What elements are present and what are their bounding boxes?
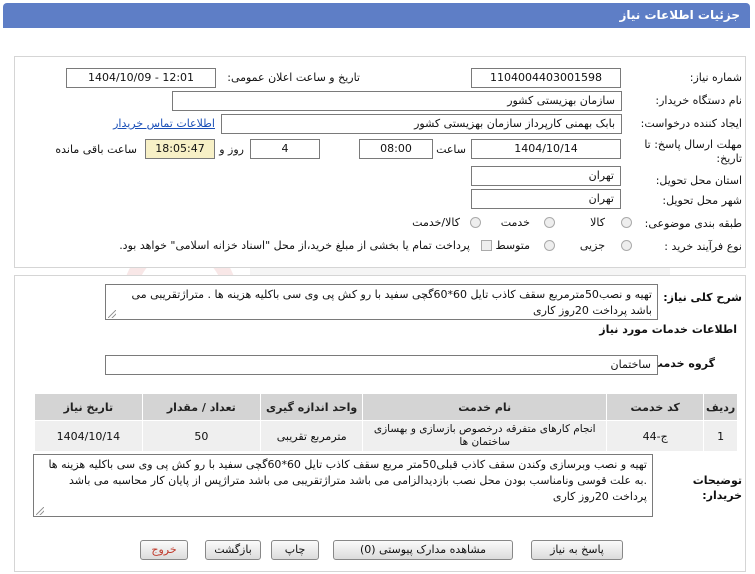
- col-service-code: کد خدمت: [606, 393, 705, 421]
- deadline-date-field[interactable]: 1404/10/14: [471, 139, 621, 159]
- col-row-number: ردیف: [703, 393, 738, 421]
- days-field[interactable]: 4: [250, 139, 320, 159]
- col-unit: واحد اندازه گیری: [259, 393, 364, 421]
- page-title: جزئیات اطلاعات نیاز: [619, 8, 740, 22]
- creator-field[interactable]: بابک بهمنی کارپرداز سازمان بهزیستی کشور: [221, 114, 622, 134]
- view-attachments-button[interactable]: مشاهده مدارک پیوستی (0): [333, 540, 513, 560]
- back-button[interactable]: بازگشت: [205, 540, 261, 560]
- process-minor-label: جزیی: [579, 239, 605, 252]
- page-header: جزئیات اطلاعات نیاز: [3, 3, 750, 28]
- summary-label: شرح کلی نیاز:: [663, 291, 742, 304]
- remaining-label: ساعت باقی مانده: [55, 143, 137, 156]
- cell-service-code: ج-44: [606, 420, 705, 452]
- province-field[interactable]: تهران: [471, 166, 621, 186]
- services-section-title: اطلاعات خدمات مورد نیاز: [599, 323, 737, 336]
- service-group-field[interactable]: ساختمان: [105, 355, 658, 375]
- category-service-radio[interactable]: [544, 217, 555, 228]
- process-type-label: نوع فرآیند خرید :: [664, 240, 742, 253]
- need-number-label: شماره نیاز:: [689, 71, 742, 84]
- cell-row-number: 1: [703, 420, 738, 452]
- announce-date-field[interactable]: 1404/10/09 - 12:01: [66, 68, 216, 88]
- buyer-notes-text: تهیه و نصب وبرسازی وکندن سقف کاذب قبلی50…: [48, 458, 647, 503]
- category-goods-radio[interactable]: [621, 217, 632, 228]
- process-medium-label: متوسط: [495, 239, 530, 252]
- buyer-notes-textarea[interactable]: تهیه و نصب وبرسازی وکندن سقف کاذب قبلی50…: [33, 454, 653, 517]
- buyer-contact-link[interactable]: اطلاعات تماس خریدار: [113, 117, 215, 130]
- summary-text: تهیه و نصب50مترمربع سقف کاذب تایل 60*60گ…: [131, 288, 652, 317]
- respond-button[interactable]: پاسخ به نیاز: [531, 540, 623, 560]
- treasury-payment-checkbox[interactable]: [481, 240, 492, 251]
- table-header-row: ردیف کد خدمت نام خدمت واحد اندازه گیری ت…: [34, 393, 738, 421]
- category-goods-service-radio[interactable]: [470, 217, 481, 228]
- deadline-time-field[interactable]: 08:00: [359, 139, 433, 159]
- buyer-org-label: نام دستگاه خریدار:: [655, 94, 742, 107]
- announce-label: تاریخ و ساعت اعلان عمومی:: [227, 71, 360, 84]
- days-label: روز و: [219, 143, 244, 156]
- deadline-time-label: ساعت: [436, 143, 466, 156]
- city-label: شهر محل تحویل:: [662, 194, 742, 207]
- resize-grip-icon[interactable]: [108, 310, 116, 318]
- process-medium-radio[interactable]: [544, 240, 555, 251]
- category-service-label: خدمت: [500, 216, 530, 229]
- print-button[interactable]: چاپ: [271, 540, 319, 560]
- category-label: طبقه بندی موضوعی:: [644, 217, 742, 230]
- city-field[interactable]: تهران: [471, 189, 621, 209]
- buyer-notes-label: توضیحات خریدار:: [692, 474, 742, 502]
- services-table: ردیف کد خدمت نام خدمت واحد اندازه گیری ت…: [34, 393, 738, 452]
- category-goods-label: کالا: [590, 216, 605, 229]
- col-quantity: تعداد / مقدار: [141, 393, 261, 421]
- province-label: استان محل تحویل:: [655, 174, 742, 187]
- process-minor-radio[interactable]: [621, 240, 632, 251]
- category-goods-service-label: کالا/خدمت: [412, 216, 460, 229]
- resize-grip-icon[interactable]: [36, 507, 44, 515]
- cell-quantity: 50: [141, 420, 261, 452]
- creator-label: ایجاد کننده درخواست:: [640, 117, 742, 130]
- cell-unit: مترمربع تقریبی: [259, 420, 364, 452]
- need-number-field[interactable]: 1104004403001598: [471, 68, 621, 88]
- remaining-time-field: 18:05:47: [145, 139, 215, 159]
- buyer-org-field[interactable]: سازمان بهزیستی کشور: [172, 91, 622, 111]
- col-need-date: تاریخ نیاز: [34, 393, 143, 421]
- treasury-payment-note: پرداخت تمام یا بخشی از مبلغ خرید،از محل …: [119, 239, 470, 252]
- cell-service-name: انجام کارهای متفرقه درخصوص بازسازی و بهس…: [362, 420, 608, 452]
- exit-button[interactable]: خروج: [140, 540, 188, 560]
- cell-need-date: 1404/10/14: [34, 420, 143, 452]
- summary-textarea[interactable]: تهیه و نصب50مترمربع سقف کاذب تایل 60*60گ…: [105, 284, 658, 320]
- deadline-label: مهلت ارسال پاسخ: تا تاریخ:: [644, 138, 742, 165]
- table-row[interactable]: 1 ج-44 انجام کارهای متفرقه درخصوص بازساز…: [34, 420, 738, 452]
- col-service-name: نام خدمت: [362, 393, 608, 421]
